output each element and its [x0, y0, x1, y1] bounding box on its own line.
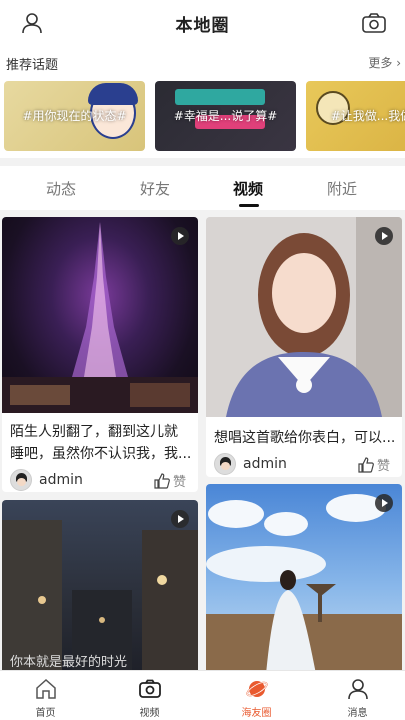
play-icon[interactable] — [375, 227, 393, 245]
planet-icon — [246, 681, 268, 697]
nav-label: 海友圈 — [241, 708, 272, 719]
avatar — [214, 453, 236, 475]
author[interactable]: admin — [10, 469, 83, 491]
person-icon — [348, 679, 368, 700]
page-title: 本地圈 — [175, 15, 230, 36]
like-label: 赞 — [172, 475, 186, 490]
author-name: admin — [39, 472, 83, 488]
section-title: 推荐话题 — [6, 58, 59, 73]
like-button[interactable]: 赞 — [154, 471, 186, 490]
video-card[interactable]: 想唱这首歌给你表白，可以... admin 赞 — [206, 217, 402, 477]
night-street-illustration — [2, 520, 198, 670]
nav-community[interactable]: 海友圈 — [216, 671, 297, 720]
video-thumbnail[interactable] — [206, 217, 402, 417]
nav-label: 首页 — [35, 708, 56, 719]
topic-card[interactable]: #让我做...我做# — [306, 81, 405, 151]
like-label: 赞 — [376, 459, 390, 474]
tab-nearby[interactable]: 附近 — [327, 178, 357, 199]
top-bar: 本地圈 — [0, 0, 405, 46]
tab-video[interactable]: 视频 — [233, 178, 263, 199]
topic-tag: #幸福是...说了算# — [173, 109, 278, 123]
play-icon[interactable] — [375, 494, 393, 512]
more-link[interactable]: 更多 › — [368, 54, 401, 71]
nav-messages[interactable]: 消息 — [317, 671, 398, 720]
bottom-navigation: 首页 视频 海友圈 消息 — [0, 670, 405, 720]
topic-card[interactable]: #幸福是...说了算# — [155, 81, 296, 151]
banner-stripe — [175, 89, 265, 105]
camera-icon — [139, 679, 161, 698]
avatar — [10, 469, 32, 491]
home-icon — [36, 678, 56, 699]
video-caption: 你本就是最好的时光 — [10, 655, 128, 670]
like-button[interactable]: 赞 — [358, 455, 390, 474]
video-thumbnail[interactable] — [2, 217, 198, 413]
hair-illustration — [88, 83, 138, 105]
video-thumbnail[interactable] — [206, 484, 402, 670]
play-icon[interactable] — [171, 227, 189, 245]
seaside-girl-illustration — [206, 494, 402, 670]
nav-label: 消息 — [347, 708, 368, 719]
video-card[interactable]: 陌生人别翻了，翻到这儿就 睡吧，虽然你不认识我，我... admin 赞 — [2, 217, 198, 492]
video-caption-line: 睡吧，虽然你不认识我，我... — [10, 446, 192, 462]
thumbs-up-icon — [358, 456, 374, 473]
author[interactable]: admin — [214, 453, 287, 475]
camera-icon[interactable] — [361, 11, 387, 35]
tab-friends[interactable]: 好友 — [140, 178, 170, 199]
topic-card[interactable]: #用你现在的状态# — [4, 81, 145, 151]
thumbs-up-icon — [154, 472, 170, 489]
active-tab-indicator — [239, 204, 259, 207]
tower-lights-illustration — [2, 222, 198, 413]
topic-tag: #让我做...我做# — [330, 109, 405, 123]
author-name: admin — [243, 456, 287, 472]
app-root: 本地圈 推荐话题 更多 › #用你现在的状态# #幸福是...说了算# #让我做… — [0, 0, 405, 720]
portrait-girl-illustration — [206, 217, 402, 417]
recommended-topics: 推荐话题 更多 › #用你现在的状态# #幸福是...说了算# #让我做...我… — [0, 46, 405, 158]
topic-carousel[interactable]: #用你现在的状态# #幸福是...说了算# #让我做...我做# — [4, 81, 405, 153]
video-card[interactable]: 你本就是最好的时光 — [2, 500, 198, 670]
feed-tabs: 动态 好友 视频 附近 — [0, 166, 405, 210]
user-profile-icon[interactable] — [20, 11, 44, 35]
video-card[interactable] — [206, 484, 402, 670]
nav-home[interactable]: 首页 — [5, 671, 86, 720]
topic-tag: #用你现在的状态# — [22, 109, 127, 123]
tab-dynamic[interactable]: 动态 — [46, 178, 76, 199]
nav-label: 视频 — [139, 708, 160, 719]
video-feed[interactable]: 陌生人别翻了，翻到这儿就 睡吧，虽然你不认识我，我... admin 赞 想唱这… — [0, 210, 405, 670]
play-icon[interactable] — [171, 510, 189, 528]
video-thumbnail[interactable] — [2, 500, 198, 670]
nav-video[interactable]: 视频 — [109, 671, 190, 720]
video-caption: 想唱这首歌给你表白，可以... — [214, 430, 396, 446]
video-caption-line: 陌生人别翻了，翻到这儿就 — [10, 424, 178, 440]
